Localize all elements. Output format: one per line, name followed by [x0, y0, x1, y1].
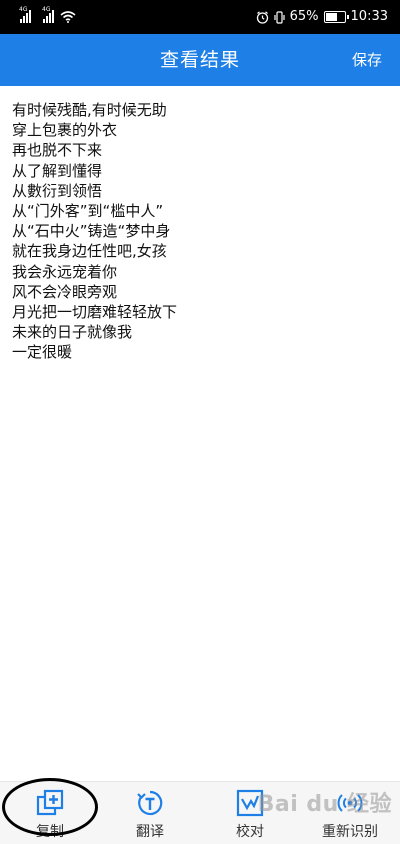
result-line: 有时候残酷,有时候无助 — [12, 101, 167, 119]
watermark: Bai du 经验 — [257, 792, 392, 817]
result-line: 我会永远宠着你 — [12, 262, 118, 281]
result-line: 就在我身边任性吧,女孩 — [12, 242, 167, 261]
proofread-label: 校对 — [236, 824, 264, 840]
page-title: 查看结果 — [159, 49, 240, 71]
network-tag: 4G — [19, 6, 28, 13]
alarm-icon — [256, 10, 268, 24]
result-line: 从“石中火”铸造“梦中身 — [12, 222, 171, 241]
translate-label: 翻译 — [136, 824, 164, 840]
battery-percent: 65% — [289, 9, 319, 24]
result-line: 再也脱不下来 — [12, 141, 103, 160]
status-bar: 4G 4G 65% 10:33 — [0, 0, 400, 34]
save-button[interactable]: 保存 — [352, 34, 382, 86]
wifi-icon — [60, 11, 76, 23]
result-line: 穿上包裹的外衣 — [12, 121, 118, 140]
rescan-label: 重新识别 — [322, 824, 378, 840]
annotation-circle — [2, 778, 98, 836]
result-line: 从了解到懂得 — [12, 161, 103, 180]
network-tag: 4G — [42, 6, 51, 13]
clock: 10:33 — [350, 9, 388, 24]
result-line: 风不会冷眼旁观 — [12, 282, 118, 301]
result-line: 从“门外客”到“槛中人” — [12, 202, 164, 221]
signal-icon: 4G — [42, 6, 54, 23]
translate-button[interactable]: 翻译 — [100, 782, 200, 844]
result-line: 从數衍到领悟 — [12, 181, 103, 200]
battery-fill — [325, 13, 338, 21]
result-line: 一定很暖 — [12, 343, 73, 362]
translate-icon — [137, 790, 163, 816]
status-left: 4G 4G — [19, 6, 76, 23]
header-bar: 查看结果 保存 — [0, 34, 400, 86]
battery-icon — [323, 11, 349, 23]
signal-icon: 4G — [19, 6, 31, 23]
result-line: 月光把一切磨难轻轻放下 — [12, 303, 178, 322]
screen: 4G 4G 65% 10:33 查看结果 保存 有时候残酷,有时候无助 穿上包裹… — [0, 0, 400, 844]
result-line: 未来的日子就像我 — [12, 323, 133, 342]
status-right: 65% 10:33 — [256, 8, 388, 26]
vibrate-icon — [274, 10, 285, 24]
result-text-area[interactable]: 有时候残酷,有时候无助 穿上包裹的外衣 再也脱不下来 从了解到懂得 从數衍到领悟从“门外… — [12, 100, 388, 363]
